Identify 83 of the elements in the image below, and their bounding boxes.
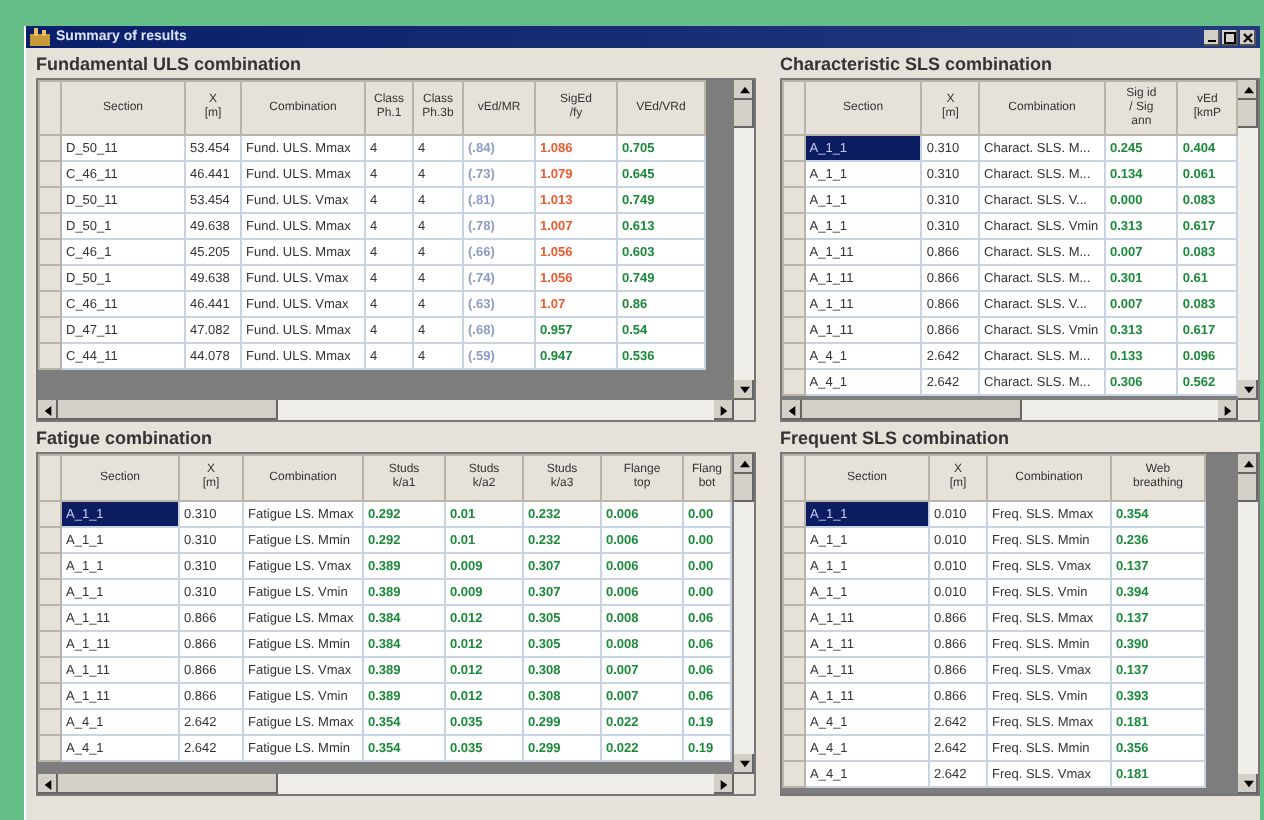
app-icon [30, 28, 50, 46]
down-arrow-icon[interactable] [1238, 774, 1258, 794]
corner-cell [39, 81, 61, 135]
vertical-scrollbar[interactable] [1238, 454, 1258, 794]
horizontal-scrollbar[interactable] [38, 400, 734, 420]
close-button[interactable] [1240, 29, 1256, 45]
row-header[interactable] [783, 683, 805, 709]
up-arrow-icon[interactable] [1238, 80, 1258, 100]
horizontal-scrollbar[interactable] [782, 400, 1238, 420]
scroll-thumb[interactable] [802, 400, 1022, 420]
row-header[interactable] [783, 265, 805, 291]
row-header[interactable] [39, 527, 61, 553]
section-heading: Frequent SLS combination [780, 426, 1012, 452]
row-header[interactable] [783, 605, 805, 631]
scroll-thumb[interactable] [1238, 100, 1258, 128]
row-header[interactable] [39, 631, 61, 657]
scrollbar-corner [734, 774, 754, 794]
row-header[interactable] [39, 683, 61, 709]
right-arrow-icon[interactable] [714, 400, 734, 420]
horizontal-scrollbar[interactable] [38, 774, 734, 794]
row-header[interactable] [39, 553, 61, 579]
vertical-scrollbar[interactable] [1238, 80, 1258, 400]
section-heading: Fatigue combination [36, 426, 215, 452]
row-header[interactable] [39, 239, 61, 265]
close-icon [1242, 31, 1254, 43]
down-arrow-icon[interactable] [734, 754, 754, 774]
section-heading: Characteristic SLS combination [780, 52, 1055, 78]
scroll-thumb[interactable] [58, 400, 278, 420]
row-header[interactable] [783, 579, 805, 605]
corner-cell [39, 455, 61, 501]
row-header[interactable] [783, 735, 805, 761]
row-header[interactable] [39, 213, 61, 239]
right-arrow-icon[interactable] [714, 774, 734, 794]
maximize-button[interactable] [1222, 29, 1238, 45]
scroll-thumb[interactable] [734, 474, 754, 502]
row-header[interactable] [783, 187, 805, 213]
row-header[interactable] [39, 709, 61, 735]
up-arrow-icon[interactable] [1238, 454, 1258, 474]
down-arrow-icon[interactable] [1238, 380, 1258, 400]
up-arrow-icon[interactable] [734, 454, 754, 474]
section-heading: Fundamental ULS combination [36, 52, 304, 78]
vertical-scrollbar[interactable] [734, 454, 754, 774]
corner-cell [783, 455, 805, 501]
row-header[interactable] [39, 657, 61, 683]
row-header[interactable] [783, 657, 805, 683]
row-header[interactable] [783, 501, 805, 527]
up-arrow-icon[interactable] [734, 80, 754, 100]
minimize-button[interactable] [1204, 29, 1220, 45]
right-arrow-icon[interactable] [1218, 400, 1238, 420]
scroll-thumb[interactable] [734, 100, 754, 128]
left-arrow-icon[interactable] [782, 400, 802, 420]
row-header[interactable] [39, 135, 61, 161]
left-arrow-icon[interactable] [38, 400, 58, 420]
row-header[interactable] [783, 709, 805, 735]
row-header[interactable] [783, 135, 805, 161]
row-header[interactable] [783, 239, 805, 265]
row-header[interactable] [783, 553, 805, 579]
row-header[interactable] [783, 761, 805, 787]
row-header[interactable] [39, 343, 61, 369]
scroll-thumb[interactable] [58, 774, 278, 794]
scrollbar-corner [734, 400, 754, 420]
left-arrow-icon[interactable] [38, 774, 58, 794]
row-header[interactable] [39, 265, 61, 291]
row-header[interactable] [783, 343, 805, 369]
row-header[interactable] [39, 161, 61, 187]
row-header[interactable] [39, 291, 61, 317]
vertical-scrollbar[interactable] [734, 80, 754, 400]
row-header[interactable] [39, 187, 61, 213]
maximize-icon [1224, 31, 1236, 43]
row-header[interactable] [783, 631, 805, 657]
row-header[interactable] [783, 527, 805, 553]
row-header[interactable] [39, 735, 61, 761]
row-header[interactable] [783, 213, 805, 239]
scroll-thumb[interactable] [1238, 474, 1258, 502]
row-header[interactable] [39, 317, 61, 343]
corner-cell [783, 81, 805, 135]
row-header[interactable] [39, 605, 61, 631]
row-header[interactable] [39, 501, 61, 527]
row-header[interactable] [783, 317, 805, 343]
row-header[interactable] [39, 579, 61, 605]
row-header[interactable] [783, 161, 805, 187]
row-header[interactable] [783, 291, 805, 317]
down-arrow-icon[interactable] [734, 380, 754, 400]
